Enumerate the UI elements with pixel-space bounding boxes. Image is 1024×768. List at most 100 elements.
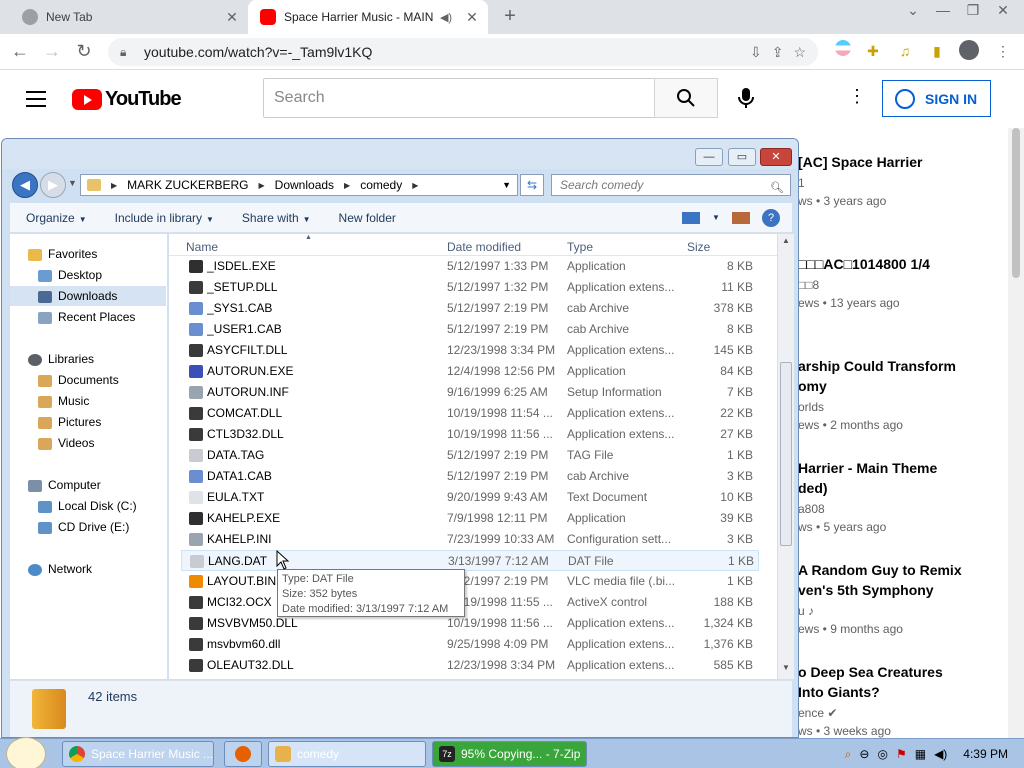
share-icon[interactable]: ⇪ xyxy=(772,44,784,61)
minimize-button[interactable]: — xyxy=(928,2,958,18)
recommendation-item[interactable]: Harrier - Main Theme ded) a808 ws • 5 ye… xyxy=(798,458,998,534)
menu-icon[interactable] xyxy=(26,91,46,107)
recommendation-item[interactable]: [AC] Space Harrier 1 ws • 3 years ago xyxy=(798,152,998,208)
address-dropdown-icon[interactable]: ▼ xyxy=(502,180,511,190)
column-name-header[interactable]: Name xyxy=(186,240,218,254)
settings-dots-icon[interactable]: ⋮ xyxy=(848,86,866,107)
nav-computer[interactable]: Computer xyxy=(28,475,101,495)
file-row[interactable]: COMCAT.DLL 10/19/1998 11:54 ... Applicatio… xyxy=(181,403,759,424)
back-arrow-icon[interactable]: ◀ xyxy=(12,172,38,198)
file-row[interactable]: OLEAUT32.DLL 12/23/1998 3:34 PM Applicatio… xyxy=(181,655,759,676)
scroll-down-icon[interactable]: ▼ xyxy=(778,663,794,677)
column-date-header[interactable]: Date modified xyxy=(447,240,521,254)
explorer-address-bar[interactable]: ▶ MARK ZUCKERBERG ▶ Downloads ▶ comedy ▶… xyxy=(80,174,518,196)
file-row[interactable]: KAHELP.EXE 7/9/1998 12:11 PM Application 39… xyxy=(181,508,759,529)
sign-in-button[interactable]: SIGN IN xyxy=(882,80,991,117)
close-window-button[interactable]: ✕ xyxy=(988,2,1018,19)
nav-music[interactable]: Music xyxy=(38,391,89,411)
extension-flag-icon[interactable] xyxy=(832,40,854,62)
file-row[interactable]: CTL3D32.DLL 10/19/1998 11:56 ... Applicati… xyxy=(181,424,759,445)
file-row[interactable]: DATA.TAG 5/12/1997 2:19 PM TAG File 1 KB xyxy=(181,445,759,466)
nav-local-disk[interactable]: Local Disk (C:) xyxy=(38,496,137,516)
taskbar-7zip-button[interactable]: 7z 95% Copying... - 7-Zip xyxy=(432,741,587,767)
view-dropdown-icon[interactable]: ▼ xyxy=(712,213,720,231)
nav-network[interactable]: Network xyxy=(28,559,92,579)
explorer-titlebar[interactable] xyxy=(2,139,798,169)
file-list-scrollbar[interactable]: ▲ ▼ xyxy=(778,234,794,679)
scrollbar-thumb[interactable] xyxy=(780,362,792,546)
explorer-maximize-button[interactable]: ▭ xyxy=(728,148,756,166)
profile-icon[interactable] xyxy=(958,40,980,62)
file-row[interactable]: MCI32.OCX 10/19/1998 11:55 ... ActiveX con… xyxy=(181,592,759,613)
breadcrumb-separator-icon[interactable]: ▶ xyxy=(412,181,418,190)
breadcrumb-separator-icon[interactable]: ▶ xyxy=(259,181,265,190)
file-row[interactable]: AUTORUN.EXE 12/4/1998 12:56 PM Application… xyxy=(181,361,759,382)
audio-icon[interactable]: ◀) xyxy=(436,11,456,24)
tab-space-harrier[interactable]: Space Harrier Music - MAIN ◀) ✕ xyxy=(248,0,488,34)
media-icon[interactable]: ♫ xyxy=(894,40,916,62)
search-input[interactable]: Search xyxy=(263,78,655,118)
extension-puzzle-icon[interactable]: ✚ xyxy=(862,40,884,62)
file-row[interactable]: DATA1.CAB 5/12/1997 2:19 PM cab Archive 3 K… xyxy=(181,466,759,487)
new-folder-button[interactable]: New folder xyxy=(339,211,396,225)
taskbar-firefox-button[interactable] xyxy=(224,741,262,767)
breadcrumb-item[interactable]: MARK ZUCKERBERG xyxy=(127,178,248,192)
nav-videos[interactable]: Videos xyxy=(38,433,94,453)
file-row[interactable]: LANG.DAT 3/13/1997 7:12 AM DAT File 1 KB xyxy=(181,550,759,571)
file-row[interactable]: EULA.TXT 9/20/1999 9:43 AM Text Document 10… xyxy=(181,487,759,508)
include-in-library-button[interactable]: Include in library ▼ xyxy=(115,211,214,225)
refresh-icon[interactable]: ⇆ xyxy=(520,174,544,196)
file-row[interactable]: KAHELP.INI 7/23/1999 10:33 AM Configuratio… xyxy=(181,529,759,550)
column-type-header[interactable]: Type xyxy=(567,240,593,254)
new-tab-button[interactable]: + xyxy=(498,4,522,28)
file-row[interactable]: AUTORUN.INF 9/16/1999 6:25 AM Setup Inform… xyxy=(181,382,759,403)
breadcrumb-item[interactable]: Downloads xyxy=(275,178,334,192)
preview-pane-icon[interactable] xyxy=(732,212,750,224)
circle-tray-icon[interactable]: ◎ xyxy=(877,747,887,761)
start-button[interactable] xyxy=(6,737,46,768)
clock[interactable]: 4:39 PM xyxy=(963,747,1008,761)
nav-pictures[interactable]: Pictures xyxy=(38,412,101,432)
breadcrumb-separator-icon[interactable]: ▶ xyxy=(344,181,350,190)
back-icon[interactable]: ← xyxy=(4,41,36,62)
nav-documents[interactable]: Documents xyxy=(38,370,119,390)
scroll-up-icon[interactable]: ▲ xyxy=(778,236,794,250)
search-tray-icon[interactable]: ⌕ xyxy=(845,747,852,762)
explorer-close-button[interactable]: ✕ xyxy=(760,148,792,166)
nav-downloads[interactable]: Downloads xyxy=(10,286,166,306)
file-row[interactable]: ASYCFILT.DLL 12/23/1998 3:34 PM Applicatio… xyxy=(181,340,759,361)
change-view-icon[interactable] xyxy=(682,212,700,224)
forward-icon[interactable]: → xyxy=(36,41,68,62)
install-icon[interactable]: ⇩ xyxy=(750,44,762,61)
nav-recent-places[interactable]: Recent Places xyxy=(38,307,135,327)
nav-cd-drive[interactable]: CD Drive (E:) xyxy=(38,517,129,537)
recommendation-item[interactable]: arship Could Transform omy orlds ews • 2… xyxy=(798,356,998,432)
volume-tray-icon[interactable]: ◀) xyxy=(934,747,947,761)
forward-arrow-icon[interactable]: ▶ xyxy=(40,172,66,198)
search-button[interactable] xyxy=(654,78,718,118)
close-icon[interactable]: ✕ xyxy=(222,9,242,26)
organize-button[interactable]: Organize ▼ xyxy=(26,211,87,225)
recommendation-item[interactable]: A Random Guy to Remix ven's 5th Symphony… xyxy=(798,560,998,636)
microphone-icon[interactable] xyxy=(734,86,758,110)
recent-pages-dropdown-icon[interactable]: ▼ xyxy=(68,178,77,188)
recommendation-item[interactable]: □□□AC□1014800 1/4 □□8 ews • 13 years ago xyxy=(798,254,998,310)
column-size-header[interactable]: Size xyxy=(687,240,710,254)
file-row[interactable]: _SYS1.CAB 5/12/1997 2:19 PM cab Archive 378… xyxy=(181,298,759,319)
address-bar[interactable]: 🔒︎ youtube.com/watch?v=-_Tam9lv1KQ ⇩ ⇪ ☆ xyxy=(108,38,818,66)
network-tray-icon[interactable]: ▦ xyxy=(915,747,926,761)
help-icon[interactable]: ? xyxy=(762,209,780,227)
file-row[interactable]: msvbvm60.dll 9/25/1998 4:09 PM Application… xyxy=(181,634,759,655)
chrome-menu-icon[interactable]: ⋮ xyxy=(992,40,1014,62)
page-scrollbar[interactable] xyxy=(1008,128,1024,738)
file-row[interactable]: _ISDEL.EXE 5/12/1997 1:33 PM Application 8 … xyxy=(181,256,759,277)
tab-search-icon[interactable]: ⌄ xyxy=(898,2,928,19)
scrollbar-thumb[interactable] xyxy=(1012,128,1020,278)
minus-tray-icon[interactable]: ⊖ xyxy=(859,747,869,761)
nav-favorites[interactable]: Favorites xyxy=(28,244,97,264)
nav-libraries[interactable]: Libraries xyxy=(28,349,94,369)
file-row[interactable]: _USER1.CAB 5/12/1997 2:19 PM cab Archive 8 … xyxy=(181,319,759,340)
file-row[interactable]: _SETUP.DLL 5/12/1997 1:32 PM Application e… xyxy=(181,277,759,298)
taskbar-explorer-button[interactable]: comedy xyxy=(268,741,426,767)
file-row[interactable]: MSVBVM50.DLL 10/19/1998 11:56 ... Applicat… xyxy=(181,613,759,634)
